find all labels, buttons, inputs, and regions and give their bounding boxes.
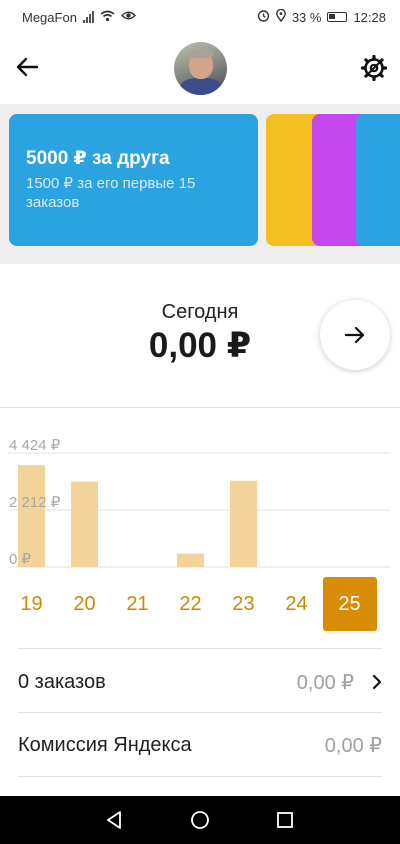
arrow-right-icon [345, 326, 365, 344]
day-21[interactable]: 21 [111, 577, 165, 631]
promo-title: 5000 ₽ за друга [26, 148, 170, 169]
signal-icon [82, 11, 94, 23]
nav-home-button[interactable] [188, 808, 212, 832]
divider [18, 648, 382, 649]
chart-bar-23 [230, 480, 257, 567]
divider [18, 776, 382, 777]
promo-card-referral[interactable]: 5000 ₽ за друга 1500 ₽ за его первые 15 … [9, 114, 258, 246]
location-icon [275, 8, 286, 25]
promo-subtitle: 1500 ₽ за его первые 15 заказов [26, 175, 196, 211]
settings-button[interactable] [360, 54, 388, 82]
day-19[interactable]: 19 [5, 577, 59, 631]
profile-header [0, 34, 400, 104]
clock-time: 12:28 [353, 9, 386, 25]
wifi-icon [100, 10, 115, 25]
promo-carousel[interactable]: 5000 ₽ за друга 1500 ₽ за его первые 15 … [0, 104, 400, 264]
carrier-name: MegaFon [22, 9, 77, 25]
recents-square-icon [277, 812, 293, 828]
orders-amount: 0,00 ₽ [296, 671, 354, 694]
arrow-left-icon [16, 57, 38, 77]
promo-card-blue[interactable] [356, 114, 400, 246]
back-button[interactable] [14, 54, 40, 80]
commission-amount: 0,00 ₽ [324, 734, 382, 757]
day-23[interactable]: 23 [217, 577, 271, 631]
system-nav-bar [0, 796, 400, 844]
day-22[interactable]: 22 [164, 577, 218, 631]
battery-percent: 33 % [291, 9, 322, 25]
orders-count: 0 заказов [18, 670, 106, 693]
commission-row: Комиссия Яндекса 0,00 ₽ [18, 714, 382, 776]
nav-back-button[interactable] [102, 808, 126, 832]
settings-gear-icon [360, 54, 388, 82]
divider [18, 712, 382, 713]
today-summary: Сегодня 0,00 ₽ [0, 264, 400, 406]
alarm-icon [257, 9, 270, 25]
home-circle-icon [191, 811, 209, 829]
battery-icon [327, 12, 348, 22]
user-avatar[interactable] [174, 42, 227, 95]
day-24[interactable]: 24 [270, 577, 324, 631]
earnings-chart-svg: 0 ₽ 2 212 ₽ 4 424 ₽ [8, 437, 390, 568]
commission-label: Комиссия Яндекса [18, 733, 192, 756]
eye-icon [120, 10, 136, 24]
y-tick-label: 4 424 ₽ [9, 437, 61, 454]
back-triangle-icon [107, 811, 121, 829]
chart-bar-22 [177, 553, 204, 567]
day-selector: 19 20 21 22 23 24 25 [0, 577, 400, 631]
status-bar: MegaFon 33 % 12:28 [0, 0, 400, 34]
next-button[interactable] [320, 300, 390, 370]
nav-recents-button[interactable] [273, 808, 297, 832]
chart-bar-20 [71, 481, 98, 567]
orders-row[interactable]: 0 заказов 0,00 ₽ [18, 651, 382, 713]
day-20[interactable]: 20 [58, 577, 112, 631]
chevron-right-icon [360, 674, 382, 690]
y-tick-label: 2 212 ₽ [9, 494, 61, 511]
day-25[interactable]: 25 [322, 577, 377, 631]
y-tick-label: 0 ₽ [9, 551, 32, 568]
